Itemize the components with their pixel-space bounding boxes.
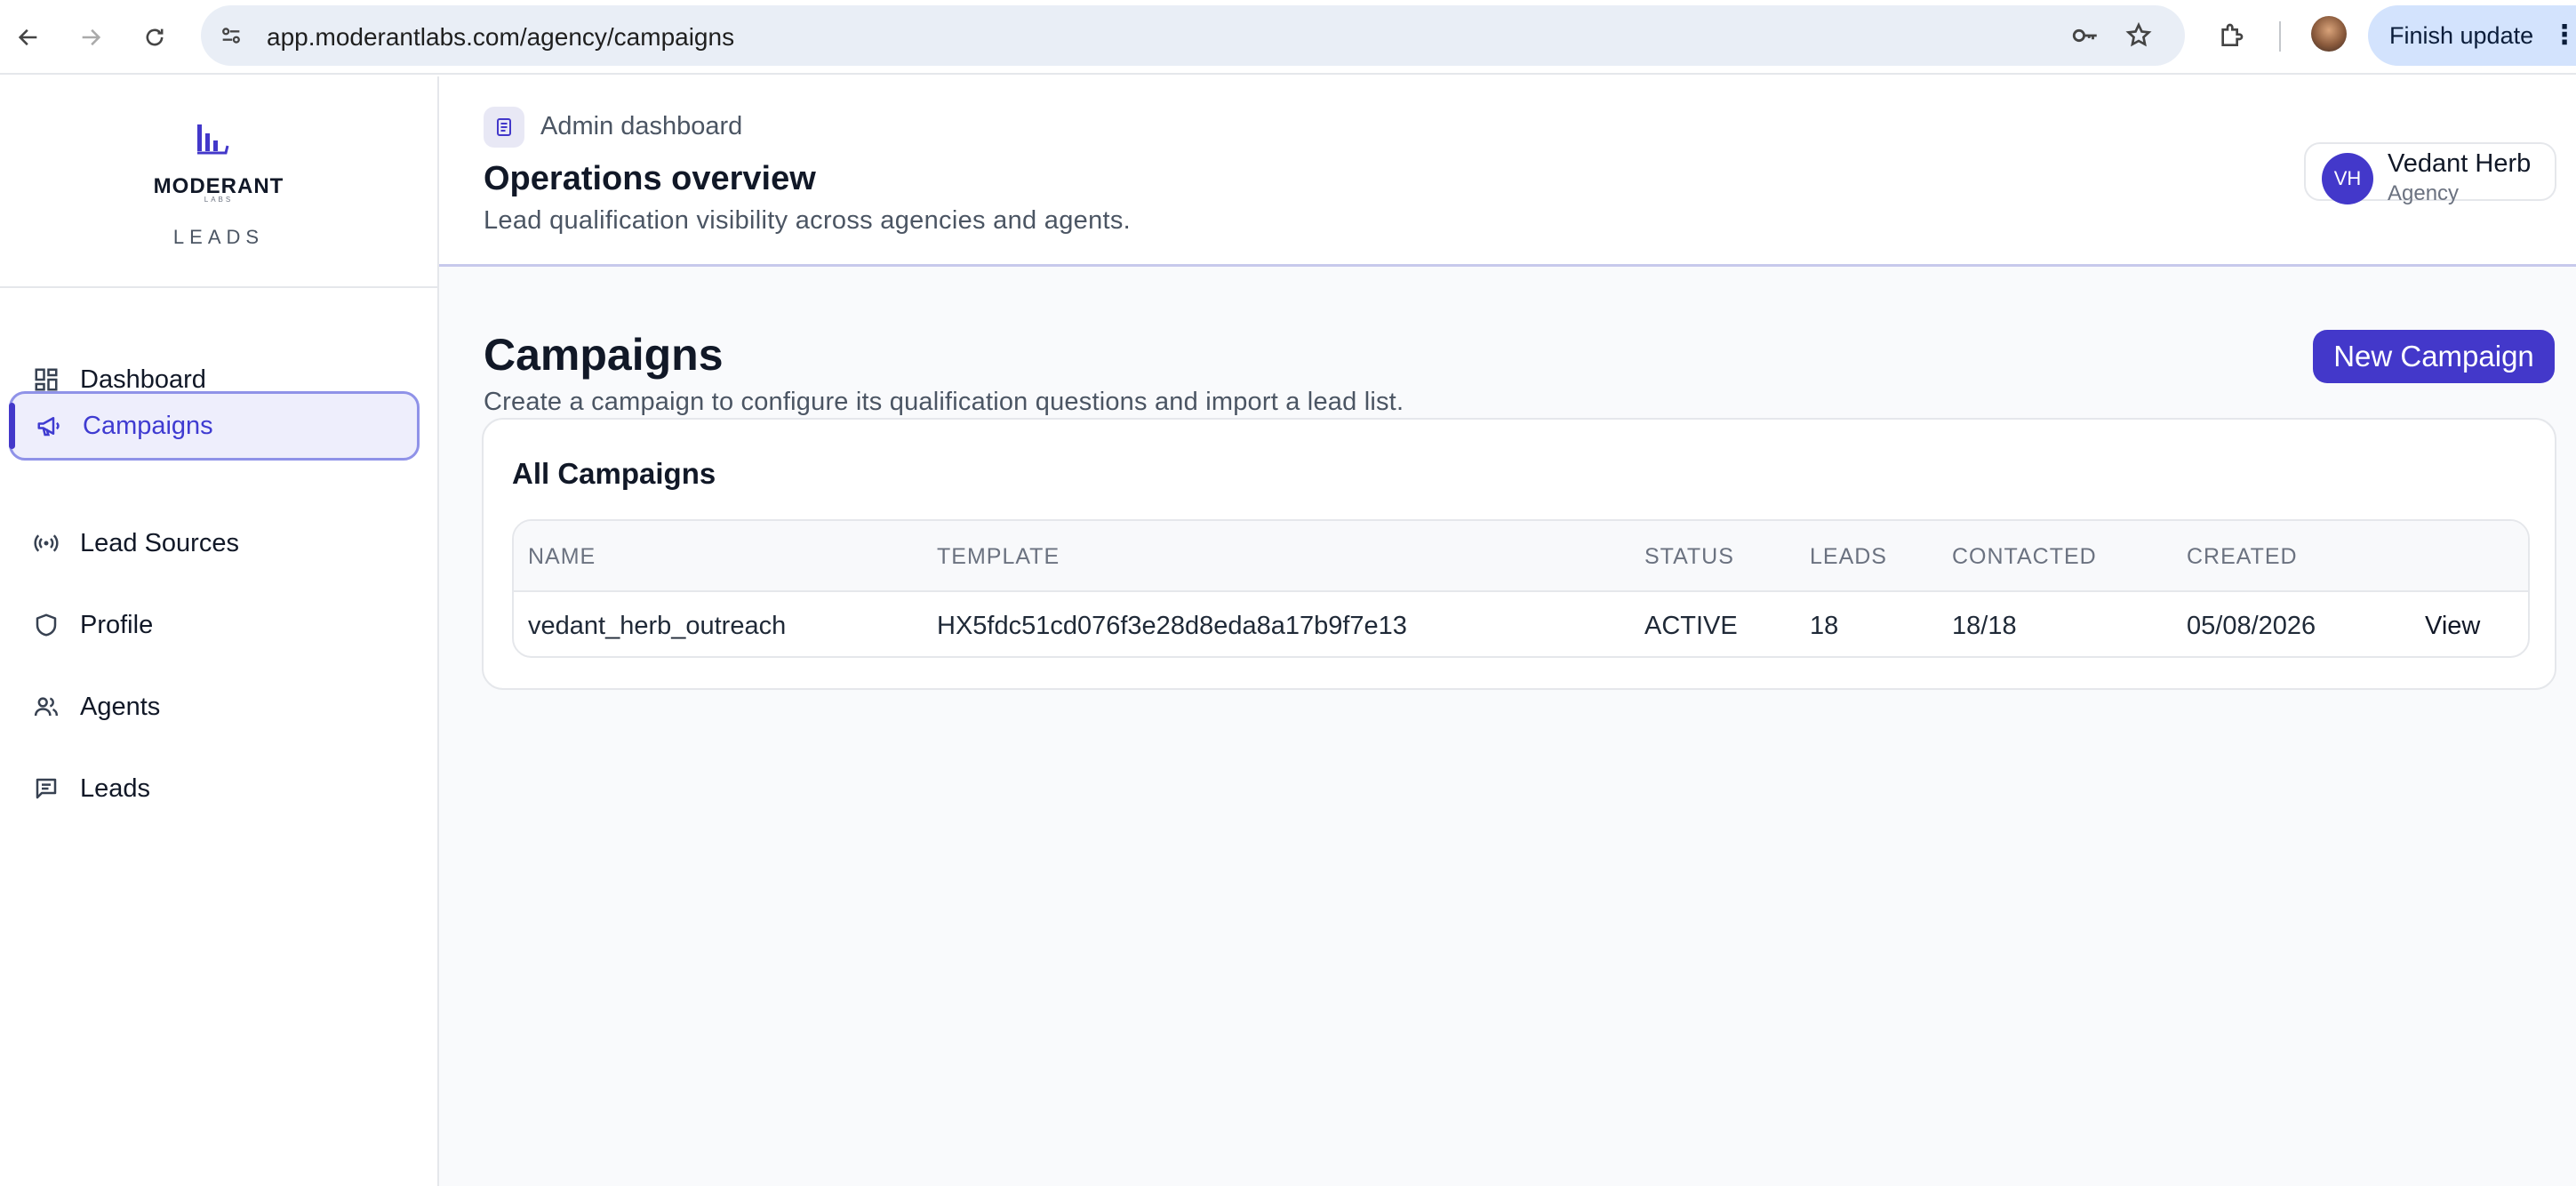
sidebar-item-agents[interactable]: Agents (9, 672, 420, 741)
address-bar[interactable]: app.moderantlabs.com/agency/campaigns (201, 5, 2185, 66)
main-content: Admin dashboard Operations overview Lead… (439, 76, 2576, 1186)
megaphone-icon (33, 410, 65, 442)
sidebar-item-label: Lead Sources (80, 528, 239, 557)
extensions-icon[interactable] (2213, 18, 2249, 53)
back-button[interactable] (7, 16, 50, 59)
sidebar-item-label: Agents (80, 692, 161, 721)
sidebar-item-label: Profile (80, 610, 154, 639)
column-header-contacted: CONTACTED (1952, 544, 2097, 569)
column-header-template: TEMPLATE (937, 544, 1060, 569)
campaign-contacted: 18/18 (1952, 612, 2017, 640)
reload-icon (146, 28, 164, 46)
table-row[interactable]: vedant_herb_outreach HX5fdc51cd076f3e28d… (514, 592, 2528, 656)
section-title: Campaigns (484, 330, 724, 380)
column-header-name: NAME (528, 544, 596, 569)
campaigns-card: All Campaigns NAME TEMPLATE STATUS LEADS… (482, 418, 2556, 690)
forward-arrow-icon (82, 28, 101, 46)
user-role: Agency (2388, 181, 2460, 205)
finish-update-label: Finish update (2389, 21, 2534, 49)
back-arrow-icon (18, 28, 37, 46)
sidebar: MODERANT LABS LEADS Dashboard Campaigns … (0, 76, 439, 1186)
finish-update-button[interactable]: Finish update ⋮ (2368, 5, 2576, 66)
more-vert-icon[interactable]: ⋮ (2551, 18, 2576, 53)
message-icon (30, 773, 62, 805)
brand-product: LEADS (172, 226, 265, 248)
toolbar-divider (2279, 21, 2281, 52)
password-key-icon[interactable] (2068, 18, 2103, 53)
reload-button[interactable] (133, 16, 176, 59)
url-text[interactable]: app.moderantlabs.com/agency/campaigns (267, 23, 734, 52)
page-title: Operations overview (484, 160, 816, 197)
page-header: Admin dashboard Operations overview Lead… (439, 76, 2576, 267)
campaign-template: HX5fdc51cd076f3e28d8eda8a17b9f7e13 (937, 612, 1407, 640)
sidebar-item-lead-sources[interactable]: Lead Sources (9, 509, 420, 578)
page-subtitle: Lead qualification visibility across age… (484, 206, 1132, 235)
shield-icon (30, 609, 62, 641)
sidebar-item-profile[interactable]: Profile (9, 590, 420, 660)
broadcast-icon (30, 527, 62, 559)
site-settings-icon[interactable] (213, 18, 249, 53)
column-header-created: CREATED (2187, 544, 2298, 569)
brand-logo[interactable]: MODERANT LABS LEADS (0, 76, 437, 288)
sidebar-item-label: Dashboard (80, 365, 206, 394)
browser-toolbar: app.moderantlabs.com/agency/campaigns Fi… (0, 0, 2576, 75)
column-header-status: STATUS (1644, 544, 1734, 569)
new-campaign-button[interactable]: New Campaign (2313, 330, 2555, 383)
column-header-leads: LEADS (1810, 544, 1887, 569)
view-campaign-link[interactable]: View (2425, 612, 2480, 641)
campaign-status: ACTIVE (1644, 612, 1738, 640)
campaign-leads: 18 (1810, 612, 1839, 640)
campaign-created: 05/08/2026 (2187, 612, 2316, 640)
forward-button[interactable] (69, 16, 112, 59)
sidebar-item-label: Leads (80, 773, 151, 803)
user-name: Vedant Herb (2388, 149, 2532, 178)
user-menu[interactable]: VH Vedant Herb Agency (2304, 142, 2556, 205)
campaigns-table: NAME TEMPLATE STATUS LEADS CONTACTED CRE… (512, 519, 2530, 658)
sidebar-item-label: Campaigns (83, 411, 213, 440)
avatar: VH (2322, 153, 2373, 204)
users-icon (30, 691, 62, 723)
brand-labs: LABS (204, 196, 234, 204)
moderant-logo-icon (197, 124, 229, 155)
profile-avatar[interactable] (2311, 16, 2347, 52)
document-icon (484, 107, 524, 148)
sidebar-item-leads[interactable]: Leads (9, 754, 420, 823)
sidebar-item-campaigns[interactable]: Campaigns (9, 391, 420, 461)
card-title: All Campaigns (512, 457, 716, 490)
breadcrumb: Admin dashboard (540, 112, 743, 140)
campaign-name: vedant_herb_outreach (528, 612, 787, 640)
section-subtitle: Create a campaign to configure its quali… (484, 388, 1404, 416)
bookmark-star-icon[interactable] (2121, 18, 2156, 53)
table-header: NAME TEMPLATE STATUS LEADS CONTACTED CRE… (514, 521, 2528, 592)
